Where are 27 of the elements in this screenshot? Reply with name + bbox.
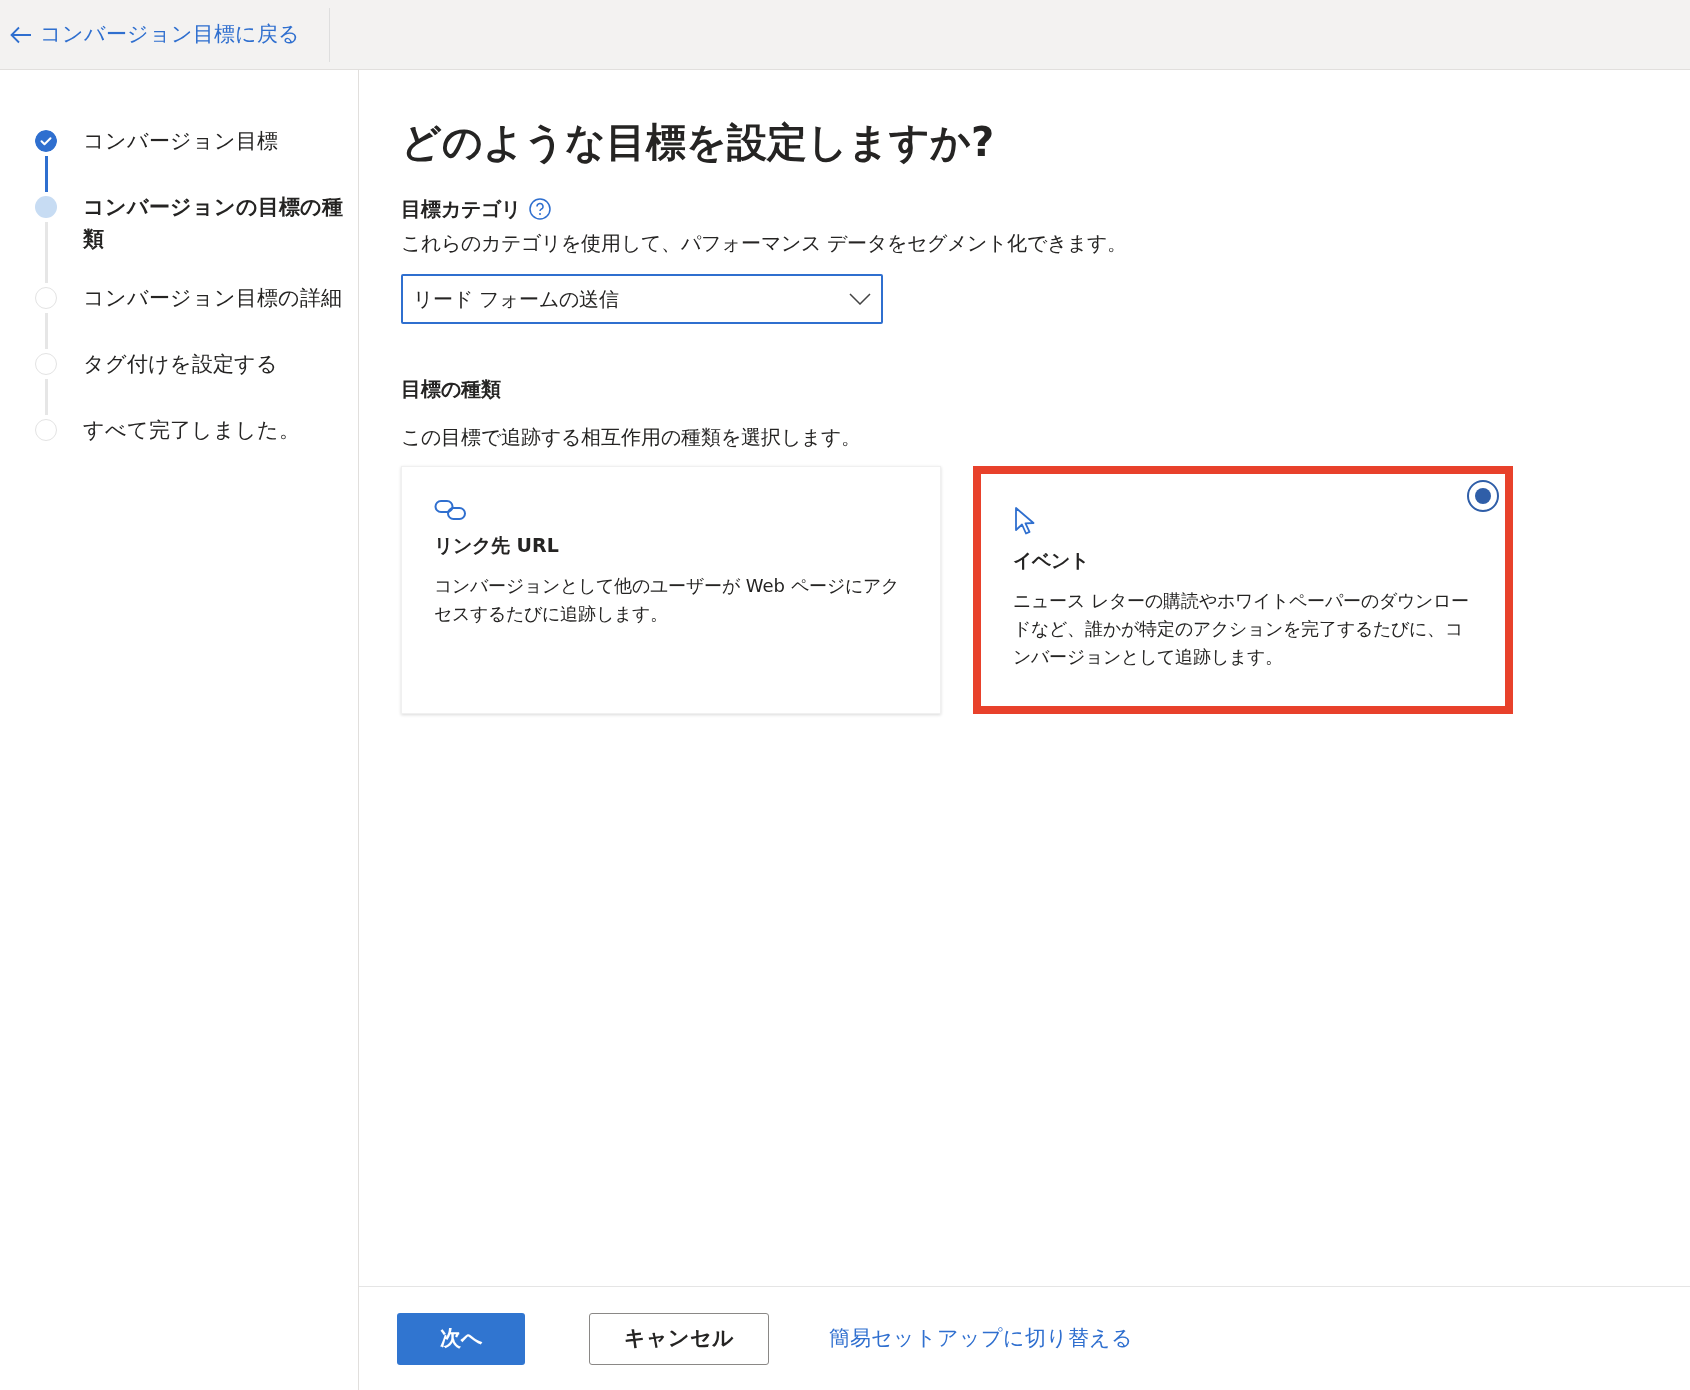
chevron-down-icon xyxy=(849,293,871,305)
card-title: リンク先 URL xyxy=(434,533,560,558)
switch-setup-link[interactable]: 簡易セットアップに切り替える xyxy=(829,1322,1133,1355)
back-link[interactable]: コンバージョン目標に戻る xyxy=(0,7,330,62)
back-arrow-icon xyxy=(10,25,32,44)
page-title: どのような目標を設定しますか? xyxy=(401,118,996,167)
goal-type-description: この目標で追跡する相互作用の種類を選択します。 xyxy=(401,424,862,451)
cancel-button[interactable]: キャンセル xyxy=(589,1312,769,1365)
category-description: これらのカテゴリを使用して、パフォーマンス データをセグメント化できます。 xyxy=(401,230,1129,257)
step-label: すべて完了しました。 xyxy=(83,417,301,444)
goal-type-card[interactable]: リンク先 URL コンバージョンとして他のユーザーが Web ページにアクセスするたびに追跡します。 xyxy=(401,466,941,714)
next-button[interactable]: 次へ xyxy=(397,1312,525,1365)
category-label: 目標カテゴリ xyxy=(401,196,521,223)
card-description: ニュース レターの購読やホワイトペーパーのダウンロードなど、誰かが特定のアクションを完了するたびに、コンバージョンとして追跡します。 xyxy=(1013,588,1470,669)
link-icon xyxy=(434,499,468,521)
card-title: イベント xyxy=(1013,548,1090,573)
help-icon[interactable] xyxy=(529,198,551,220)
radio-button-checked[interactable] xyxy=(1467,480,1499,512)
cursor-icon xyxy=(1013,506,1037,536)
step-label: コンバージョンの目標の種類 xyxy=(83,194,344,253)
step-label: タグ付けを設定する xyxy=(83,351,279,378)
card-description: コンバージョンとして他のユーザーが Web ページにアクセスするたびに追跡します。 xyxy=(434,573,899,626)
goal-type-card[interactable]: イベント ニュース レターの購読やホワイトペーパーのダウンロードなど、誰かが特定のアクションを完了するたびに、コンバージョンとして追跡します。 xyxy=(973,466,1513,714)
category-dropdown[interactable]: リード フォームの送信 xyxy=(401,274,883,324)
step-label: コンバージョン目標の詳細 xyxy=(83,285,343,312)
step-label: コンバージョン目標 xyxy=(83,128,279,155)
goal-type-label: 目標の種類 xyxy=(401,376,502,403)
